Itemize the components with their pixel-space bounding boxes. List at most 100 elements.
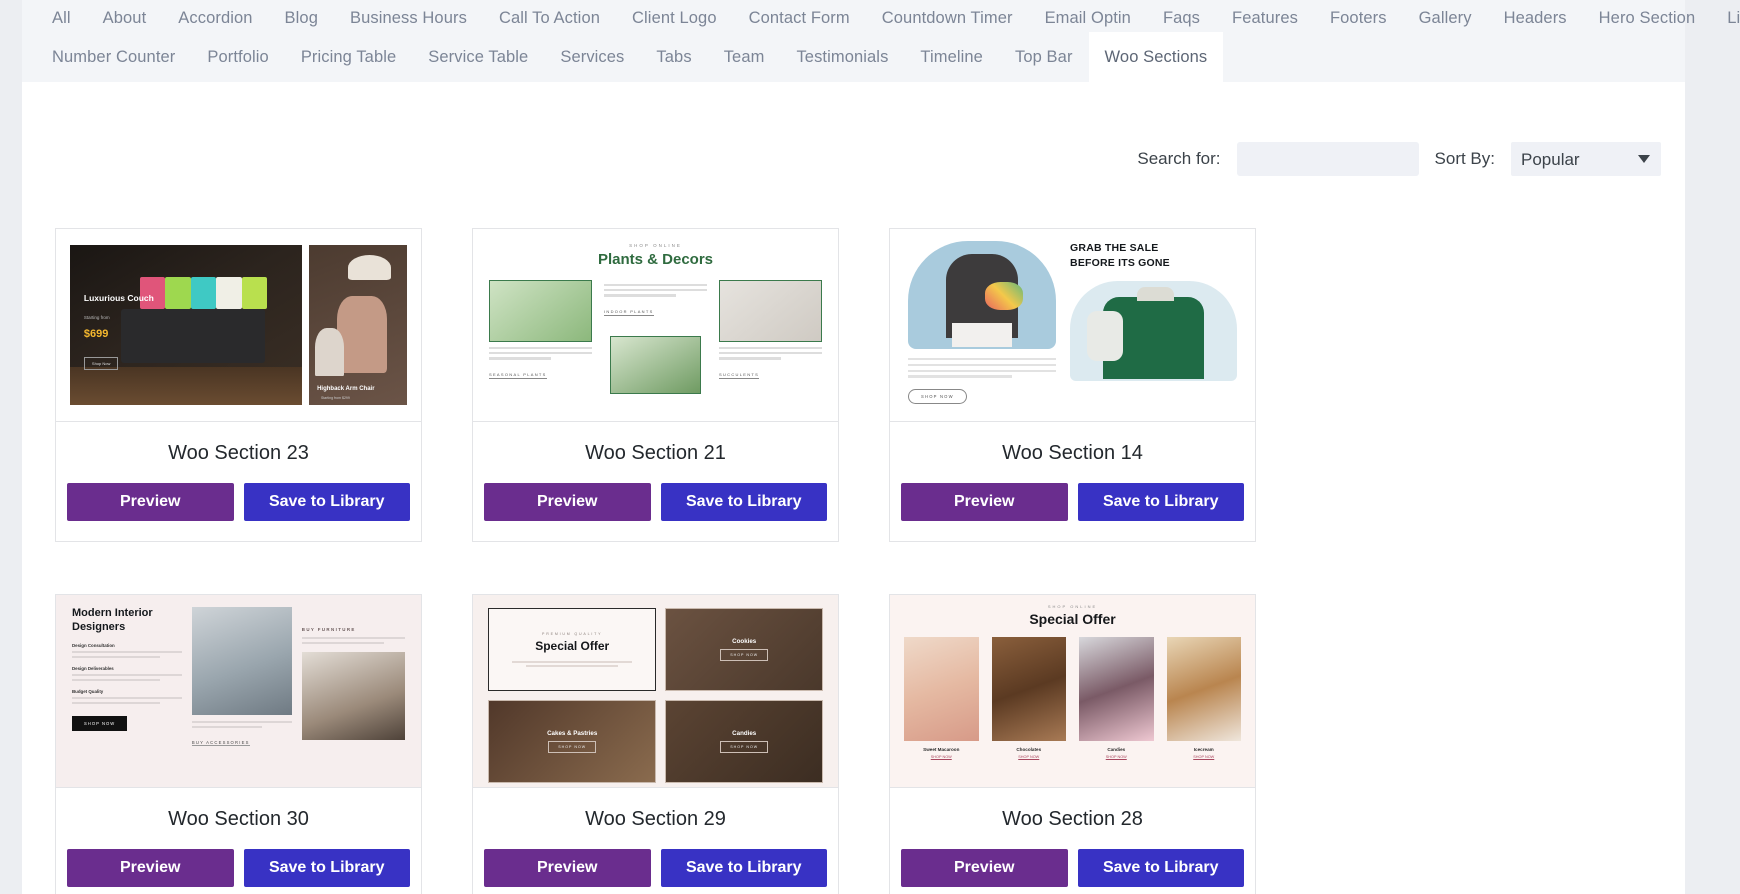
thumb-cta: SHOP NOW (72, 715, 128, 731)
nav-tab-blog[interactable]: Blog (269, 0, 334, 32)
nav-tab-accordion[interactable]: Accordion (162, 0, 268, 32)
nav-tab-call-to-action[interactable]: Call To Action (483, 0, 616, 32)
thumb-kicker: SHOP ONLINE (629, 243, 682, 248)
nav-tab-pricing-table[interactable]: Pricing Table (285, 32, 412, 82)
nav-tab-business-hours[interactable]: Business Hours (334, 0, 483, 32)
search-label: Search for: (1137, 149, 1221, 168)
sort-by-dropdown[interactable]: Popular (1511, 142, 1661, 176)
save-to-library-button[interactable]: Save to Library (660, 483, 827, 521)
template-card: Modern Interior Designers Design Consulta… (55, 594, 422, 894)
thumb-link: BUY ACCESSORIES (191, 740, 250, 746)
nav-tab-testimonials[interactable]: Testimonials (780, 32, 904, 82)
template-card: SHOP NOW GRAB THE SALE BEFORE ITS GONE Wo… (889, 228, 1256, 542)
nav-tab-gallery[interactable]: Gallery (1403, 0, 1488, 32)
sort-by-select[interactable]: Popular (1511, 142, 1661, 176)
thumb-side-subtitle: Starting from $299 (321, 396, 350, 401)
save-to-library-button[interactable]: Save to Library (1077, 483, 1244, 521)
template-title: Woo Section 21 (585, 442, 726, 464)
nav-tab-features[interactable]: Features (1216, 0, 1314, 32)
template-thumbnail[interactable]: SHOP ONLINE Plants & Decors SEASONAL PLA… (473, 229, 838, 422)
template-actions: Preview Save to Library (473, 831, 838, 894)
category-nav: All About Accordion Blog Business Hours Call … (22, 0, 1740, 82)
thumb-col3-title: BUY FURNITURE (301, 627, 356, 632)
nav-tab-services[interactable]: Services (544, 32, 640, 82)
template-title: Woo Section 29 (585, 808, 726, 830)
template-actions: Preview Save to Library (56, 831, 421, 894)
sort-label: Sort By: (1434, 149, 1495, 168)
preview-button[interactable]: Preview (484, 849, 651, 887)
template-card: PREMIUM QUALITY Special Offer Cookies SHO… (472, 594, 839, 894)
nav-tab-faqs[interactable]: Faqs (1147, 0, 1216, 32)
nav-tab-woo-sections[interactable]: Woo Sections (1088, 32, 1224, 82)
thumb-product-1: Sweet Macaroon (923, 747, 960, 752)
preview-button[interactable]: Preview (901, 483, 1068, 521)
search-input[interactable] (1236, 142, 1419, 176)
template-actions: Preview Save to Library (56, 465, 421, 541)
thumb-side-title: Highback Arm Chair (317, 386, 375, 393)
thumb-headline: Modern Interior Designers (72, 607, 153, 633)
nav-tab-service-table[interactable]: Service Table (412, 32, 544, 82)
left-gutter (0, 0, 22, 894)
nav-tab-all[interactable]: All (36, 0, 87, 32)
nav-tab-client-logo[interactable]: Client Logo (616, 0, 733, 32)
template-grid: Luxurious Couch Starting from $699 Shop … (55, 228, 1655, 894)
preview-button[interactable]: Preview (484, 483, 651, 521)
filter-bar: Search for: Sort By: Popular (1137, 142, 1661, 176)
thumb-headline: Plants & Decors (597, 251, 714, 268)
thumb-tile-2: Cakes & Pastries (547, 730, 598, 737)
template-card: SHOP ONLINE Special Offer Sweet Macaroon… (889, 594, 1256, 894)
category-nav-row-1: All About Accordion Blog Business Hours Call … (22, 0, 1740, 32)
template-actions: Preview Save to Library (890, 465, 1255, 541)
thumb-price: $699 (83, 328, 109, 341)
nav-tab-tabs[interactable]: Tabs (640, 32, 707, 82)
save-to-library-button[interactable]: Save to Library (243, 849, 410, 887)
template-title: Woo Section 23 (168, 442, 309, 464)
page-root: All About Accordion Blog Business Hours Call … (0, 0, 1740, 894)
nav-tab-team[interactable]: Team (708, 32, 781, 82)
thumb-link-1: SEASONAL PLANTS (489, 371, 547, 379)
thumb-tile-3: Candies (732, 730, 757, 737)
nav-tab-footers[interactable]: Footers (1314, 0, 1403, 32)
template-thumbnail[interactable]: SHOP ONLINE Special Offer Sweet Macaroon… (890, 595, 1255, 788)
nav-tab-top-bar[interactable]: Top Bar (999, 32, 1089, 82)
save-to-library-button[interactable]: Save to Library (1077, 849, 1244, 887)
template-thumbnail[interactable]: SHOP NOW GRAB THE SALE BEFORE ITS GONE (890, 229, 1255, 422)
nav-tab-timeline[interactable]: Timeline (904, 32, 999, 82)
template-thumbnail[interactable]: Luxurious Couch Starting from $699 Shop … (56, 229, 421, 422)
template-title: Woo Section 30 (168, 808, 309, 830)
nav-tab-about[interactable]: About (87, 0, 163, 32)
template-actions: Preview Save to Library (473, 465, 838, 541)
nav-tab-list[interactable]: List (1711, 0, 1740, 32)
thumb-headline: Special Offer (1029, 611, 1116, 627)
thumb-cta: Shop Now (83, 357, 119, 370)
template-card: Luxurious Couch Starting from $699 Shop … (55, 228, 422, 542)
preview-button[interactable]: Preview (67, 483, 234, 521)
nav-tab-number-counter[interactable]: Number Counter (36, 32, 191, 82)
thumb-tile-1: Cookies (732, 638, 757, 645)
template-thumbnail[interactable]: Modern Interior Designers Design Consulta… (56, 595, 421, 788)
thumb-product-4: Icecream (1193, 747, 1214, 752)
thumb-product-3: Candies (1107, 747, 1126, 752)
nav-tab-countdown-timer[interactable]: Countdown Timer (866, 0, 1029, 32)
nav-tab-contact-form[interactable]: Contact Form (733, 0, 866, 32)
template-thumbnail[interactable]: PREMIUM QUALITY Special Offer Cookies SHO… (473, 595, 838, 788)
template-card: SHOP ONLINE Plants & Decors SEASONAL PLA… (472, 228, 839, 542)
preview-button[interactable]: Preview (901, 849, 1068, 887)
nav-tab-email-optin[interactable]: Email Optin (1029, 0, 1147, 32)
thumb-title: Luxurious Couch (83, 293, 154, 303)
save-to-library-button[interactable]: Save to Library (243, 483, 410, 521)
thumb-link-2: INDOOR PLANTS (604, 308, 654, 316)
template-title: Woo Section 14 (1002, 442, 1143, 464)
thumb-kicker: SHOP ONLINE (1047, 604, 1098, 609)
template-actions: Preview Save to Library (890, 831, 1255, 894)
nav-tab-headers[interactable]: Headers (1488, 0, 1583, 32)
nav-tab-hero-section[interactable]: Hero Section (1583, 0, 1712, 32)
thumb-product-2: Chocolates (1016, 747, 1042, 752)
thumb-sub-3: Budget Quality (72, 688, 104, 694)
nav-tab-portfolio[interactable]: Portfolio (191, 32, 284, 82)
save-to-library-button[interactable]: Save to Library (660, 849, 827, 887)
thumb-sub-2: Design Deliverables (72, 665, 114, 671)
content-panel: Search for: Sort By: Popular Luxurious C… (22, 82, 1685, 894)
preview-button[interactable]: Preview (67, 849, 234, 887)
thumb-sub-1: Design Consultation (72, 642, 115, 648)
